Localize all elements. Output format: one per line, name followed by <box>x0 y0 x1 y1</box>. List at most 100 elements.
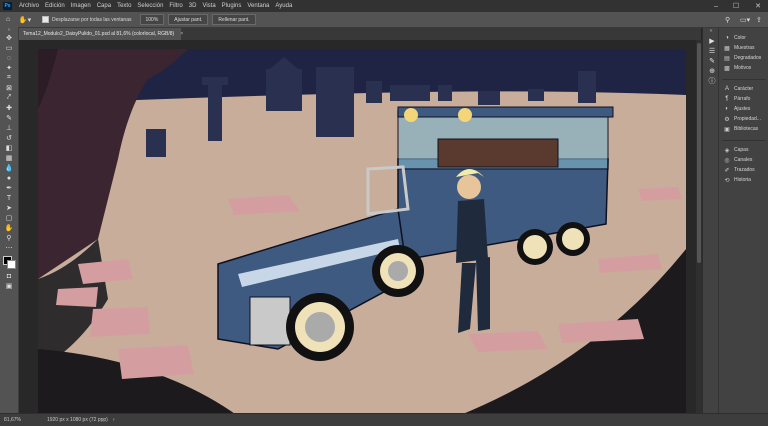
screen-mode-icon[interactable]: ▣ <box>2 281 16 291</box>
dodge-tool-icon[interactable]: ● <box>2 173 16 183</box>
panel-layers[interactable]: ◈ Capas <box>719 145 768 155</box>
scroll-all-windows-checkbox[interactable]: Desplazarse por todas las ventanas <box>42 16 132 23</box>
panel-channels[interactable]: ◎ Canales <box>719 155 768 165</box>
panel-properties[interactable]: ⚙ Propiedad... <box>719 114 768 124</box>
info-icon[interactable]: ⓘ <box>705 76 719 86</box>
menu-filtro[interactable]: Filtro <box>166 3 185 9</box>
panel-group-divider <box>722 73 766 80</box>
pen-tool-icon[interactable]: ✒ <box>2 183 16 193</box>
panel-label: Propiedad... <box>734 116 761 122</box>
properties-icon: ⚙ <box>724 116 730 123</box>
fill-screen-button[interactable]: Rellenar pant. <box>212 14 256 25</box>
menu-selección[interactable]: Selección <box>134 3 166 9</box>
panel-label: Canales <box>734 157 753 163</box>
menu-3d[interactable]: 3D <box>186 3 200 9</box>
move-tool-icon[interactable]: ✥ <box>2 33 16 43</box>
menu-edición[interactable]: Edición <box>42 3 68 9</box>
panel-history[interactable]: ⟲ Historia <box>719 175 768 185</box>
menu-archivo[interactable]: Archivo <box>16 3 42 9</box>
brush-tool-icon[interactable]: ✎ <box>2 113 16 123</box>
character-icon: A <box>724 86 729 92</box>
panel-libraries[interactable]: ▣ Bibliotecas <box>719 124 768 134</box>
panel-label: Degradados <box>734 55 762 61</box>
history-brush-tool-icon[interactable]: ↺ <box>2 133 16 143</box>
panel-paths[interactable]: ✐ Trazados <box>719 165 768 175</box>
checkbox-checked-icon[interactable] <box>42 16 49 23</box>
brush-settings-icon[interactable]: ✎ <box>705 56 719 66</box>
color-icon: ◑ <box>725 35 729 41</box>
options-bar: ⌂ ✋▾ Desplazarse por todas las ventanas … <box>0 12 768 28</box>
panel-label: Motivos <box>734 65 752 71</box>
minimize-button[interactable]: – <box>708 0 724 12</box>
zoom-level[interactable]: 81,67% <box>4 417 21 423</box>
panel-color[interactable]: ◑ Color <box>719 33 768 43</box>
status-arrow-icon[interactable]: › <box>113 417 115 423</box>
panel-label: Ajustes <box>734 106 751 112</box>
hand-tool-icon[interactable]: ✋ <box>2 223 16 233</box>
panel-label: Párrafo <box>734 96 751 102</box>
menu-imagen[interactable]: Imagen <box>68 3 94 9</box>
play-icon[interactable]: ▶ <box>705 36 719 46</box>
artwork-canvas[interactable] <box>38 49 686 416</box>
zoom-tool-icon[interactable]: ⚲ <box>2 233 16 243</box>
zoom-value-button[interactable]: 100% <box>139 14 165 25</box>
layers-icon: ◈ <box>724 147 730 154</box>
home-icon[interactable]: ⌂ <box>0 16 16 23</box>
panel-icon-strip: « ▶ ☰ ✎ ⊕ ⓘ <box>702 28 719 413</box>
eraser-tool-icon[interactable]: ◧ <box>2 143 16 153</box>
document-tab[interactable]: Tema12_Modulo2_DaisyPulido_01.psd al 81,… <box>19 28 183 40</box>
menu-texto[interactable]: Texto <box>114 3 134 9</box>
type-tool-icon[interactable]: T <box>2 193 16 203</box>
healing-brush-tool-icon[interactable]: ✚ <box>2 103 16 113</box>
fit-screen-button[interactable]: Ajustar pant. <box>168 14 209 25</box>
panel-gradients[interactable]: ▤ Degradados <box>719 53 768 63</box>
scrollbar-thumb[interactable] <box>697 43 701 263</box>
menu-plugins[interactable]: Plugins <box>219 3 245 9</box>
more-tools-icon[interactable]: ⋯ <box>2 243 16 253</box>
panel-paragraph[interactable]: ¶ Párrafo <box>719 94 768 104</box>
rectangle-tool-icon[interactable]: ▢ <box>2 213 16 223</box>
panel-swatches[interactable]: ▦ Muestras <box>719 43 768 53</box>
workspace-icon[interactable]: ▭▾ <box>740 16 750 24</box>
menu-ayuda[interactable]: Ayuda <box>272 3 295 9</box>
maximize-button[interactable]: ☐ <box>728 0 744 12</box>
history-icon: ⟲ <box>724 177 730 184</box>
panel-patterns[interactable]: ▩ Motivos <box>719 63 768 73</box>
panel-label: Capas <box>734 147 749 153</box>
collapse-panels-icon[interactable]: « <box>703 28 719 36</box>
background-color-swatch[interactable] <box>7 260 16 269</box>
close-tab-icon[interactable]: × <box>180 31 183 37</box>
panel-adjustments[interactable]: ◐ Ajustes <box>719 104 768 114</box>
adjust-icon[interactable]: ☰ <box>705 46 719 56</box>
blur-tool-icon[interactable]: 💧 <box>2 163 16 173</box>
frame-tool-icon[interactable]: ⊠ <box>2 83 16 93</box>
quick-mask-icon[interactable]: ◘ <box>2 271 16 281</box>
eyedropper-tool-icon[interactable]: ⤤ <box>2 93 16 103</box>
document-info: 1920 px x 1080 px (72 ppp) <box>46 417 108 423</box>
path-selection-tool-icon[interactable]: ➤ <box>2 203 16 213</box>
artboard-tool-icon[interactable]: ▭ <box>2 43 16 53</box>
magic-wand-tool-icon[interactable]: ✦ <box>2 63 16 73</box>
panel-label: Muestras <box>734 45 755 51</box>
menu-items: Archivo Edición Imagen Capa Texto Selección Fi… <box>16 3 295 9</box>
paths-icon: ✐ <box>724 167 730 174</box>
clone-stamp-tool-icon[interactable]: ⊥ <box>2 123 16 133</box>
clone-source-icon[interactable]: ⊕ <box>705 66 719 76</box>
panel-label: Carácter <box>734 86 754 92</box>
close-window-button[interactable]: ✕ <box>750 0 766 12</box>
channels-icon: ◎ <box>724 157 730 164</box>
share-icon[interactable]: ⇪ <box>756 16 762 24</box>
gradient-tool-icon[interactable]: ▦ <box>2 153 16 163</box>
menu-ventana[interactable]: Ventana <box>244 3 272 9</box>
crop-tool-icon[interactable]: ⌗ <box>2 73 16 83</box>
hand-tool-preset-icon[interactable]: ✋▾ <box>16 16 34 24</box>
color-swatches[interactable] <box>0 255 18 271</box>
panel-character[interactable]: A Carácter <box>719 84 768 94</box>
menu-capa[interactable]: Capa <box>94 3 114 9</box>
lasso-tool-icon[interactable]: ◌ <box>2 53 16 63</box>
menu-vista[interactable]: Vista <box>199 3 218 9</box>
panel-label: Color <box>734 35 746 41</box>
search-icon[interactable]: ⚲ <box>725 16 730 24</box>
panel-group-divider <box>722 134 766 141</box>
photoshop-logo[interactable]: Ps <box>3 2 12 10</box>
